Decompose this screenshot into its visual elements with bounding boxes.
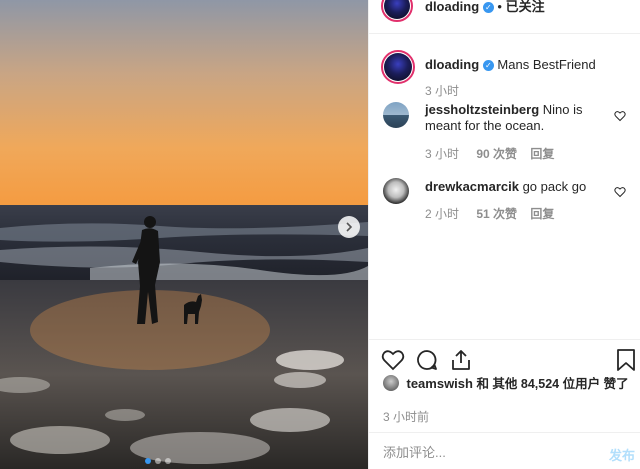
commenter-avatar[interactable] (383, 178, 409, 204)
comment-likes-count[interactable]: 51 次赞 (476, 207, 517, 221)
caption-author-avatar[interactable] (381, 50, 415, 84)
carousel-dot (145, 458, 151, 464)
liker-avatar[interactable] (383, 375, 399, 391)
likes-count-text[interactable]: 和 其他 84,524 位用户 赞了 (476, 377, 628, 391)
caption-time[interactable]: 3 小时 (425, 82, 459, 99)
caption-username[interactable]: dloading (425, 57, 479, 72)
carousel-dots (145, 458, 171, 464)
verified-badge-icon: ✓ (482, 2, 494, 13)
post-comment-button[interactable]: 发布 (609, 445, 635, 464)
comment-time[interactable]: 3 小时 (425, 147, 459, 161)
bookmark-icon[interactable] (615, 348, 637, 372)
comment-username[interactable]: drewkacmarcik (425, 179, 519, 194)
comment-username[interactable]: jessholtzsteinberg (425, 102, 539, 117)
post-side-panel: dloading ✓ • 已关注 dloading ✓ Mans BestFri… (368, 0, 640, 469)
separator-dot: • (497, 0, 502, 14)
post-timestamp[interactable]: 3 小时前 (383, 408, 429, 425)
author-username[interactable]: dloading (425, 0, 479, 14)
next-photo-button[interactable] (338, 216, 360, 238)
comment-meta: 3 小时 90 次赞 回复 (425, 145, 554, 162)
following-button[interactable]: 已关注 (506, 0, 545, 14)
liker-username[interactable]: teamswish (406, 376, 472, 391)
add-comment-input[interactable] (383, 445, 583, 460)
comment-like-heart-icon[interactable] (614, 110, 626, 122)
carousel-dot (155, 458, 161, 464)
share-icon[interactable] (449, 348, 473, 372)
post-header: dloading ✓ • 已关注 (369, 0, 640, 34)
reply-button[interactable]: 回复 (530, 147, 554, 161)
comment-meta: 2 小时 51 次赞 回复 (425, 205, 554, 222)
heart-icon[interactable] (381, 348, 405, 372)
sunset-beach-image (0, 0, 368, 469)
likes-summary: teamswish 和 其他 84,524 位用户 赞了 (383, 375, 633, 392)
comment-item: drewkacmarcik go pack go (425, 179, 609, 195)
chevron-right-icon (346, 222, 353, 232)
post-photo[interactable] (0, 0, 368, 469)
comment-item: jessholtzsteinberg Nino is meant for the… (425, 102, 609, 134)
caption-text: Mans BestFriend (497, 57, 596, 72)
verified-badge-icon: ✓ (482, 60, 494, 71)
comment-like-heart-icon[interactable] (614, 186, 626, 198)
carousel-dot (165, 458, 171, 464)
comment-time[interactable]: 2 小时 (425, 207, 459, 221)
reply-button[interactable]: 回复 (530, 207, 554, 221)
comment-likes-count[interactable]: 90 次赞 (476, 147, 517, 161)
comment-text: go pack go (522, 179, 587, 194)
post-actions-bar (369, 339, 640, 379)
comment-bubble-icon[interactable] (415, 348, 439, 372)
author-avatar[interactable] (381, 0, 413, 22)
add-comment-bar: 发布 (369, 432, 640, 469)
commenter-avatar[interactable] (383, 102, 409, 128)
